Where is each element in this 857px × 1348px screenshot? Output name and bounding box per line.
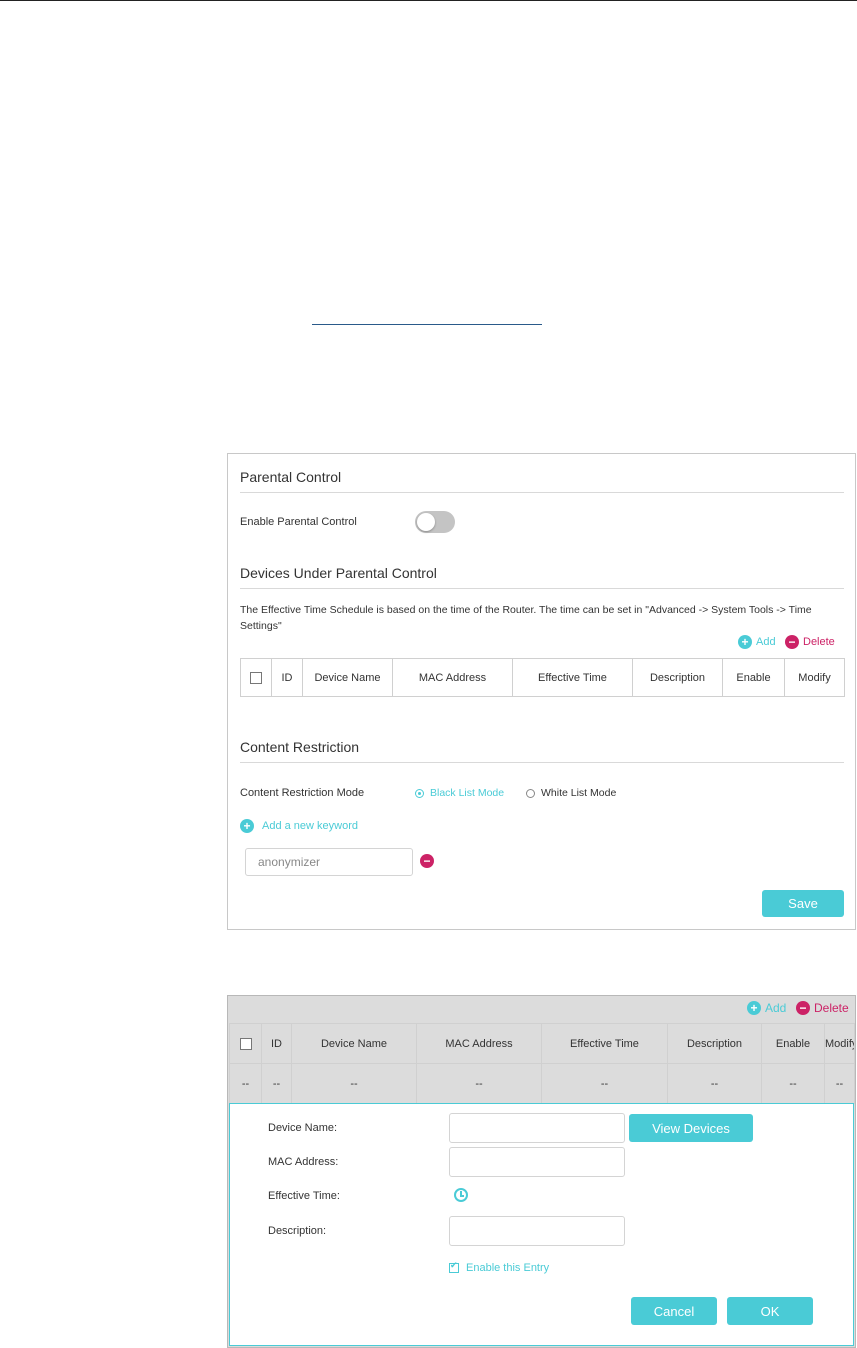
minus-circle-icon: − bbox=[420, 854, 434, 868]
table-cell: -- bbox=[229, 1063, 262, 1104]
table-header-row: ID Device Name MAC Address Effective Tim… bbox=[229, 1023, 855, 1064]
table-cell: -- bbox=[541, 1063, 668, 1104]
column-header: Enable bbox=[761, 1023, 825, 1064]
column-header: Modify bbox=[784, 658, 845, 697]
add-device-button[interactable]: + Add bbox=[738, 635, 776, 649]
delete-device-button[interactable]: − Delete bbox=[796, 1001, 849, 1015]
minus-circle-icon: − bbox=[785, 635, 799, 649]
delete-label: Delete bbox=[803, 636, 835, 648]
enable-entry-label: Enable this Entry bbox=[466, 1262, 550, 1274]
table-cell: -- bbox=[667, 1063, 762, 1104]
effective-time-label: Effective Time: bbox=[268, 1190, 340, 1202]
column-header: Device Name bbox=[291, 1023, 417, 1064]
section-divider bbox=[240, 588, 844, 589]
black-list-mode-label: Black List Mode bbox=[430, 787, 505, 799]
select-all-checkbox[interactable] bbox=[239, 1037, 252, 1050]
column-header: Enable bbox=[722, 658, 785, 697]
add-device-button[interactable]: + Add bbox=[747, 1001, 786, 1015]
column-header: Description bbox=[667, 1023, 762, 1064]
select-all-cell[interactable] bbox=[229, 1023, 262, 1064]
section-divider bbox=[240, 492, 844, 493]
add-label: Add bbox=[765, 1001, 787, 1015]
cancel-button[interactable]: Cancel bbox=[631, 1297, 717, 1325]
plus-circle-icon: + bbox=[747, 1001, 761, 1015]
column-header: Effective Time bbox=[541, 1023, 668, 1064]
add-device-panel: + Add − Delete ID Device Name MAC Addres… bbox=[227, 995, 856, 1348]
table-cell: -- bbox=[416, 1063, 542, 1104]
add-keyword-label: Add a new keyword bbox=[262, 820, 358, 832]
devices-table: ID Device Name MAC Address Effective Tim… bbox=[240, 658, 845, 697]
mac-address-label: MAC Address: bbox=[268, 1156, 339, 1168]
delete-label: Delete bbox=[814, 1001, 849, 1015]
radio-selected-indicator bbox=[415, 788, 424, 798]
time-schedule-note: The Effective Time Schedule is based on … bbox=[240, 604, 812, 632]
description-label: Description: bbox=[268, 1225, 327, 1237]
table-header-row: ID Device Name MAC Address Effective Tim… bbox=[240, 658, 845, 697]
parental-control-panel: Parental Control Enable Parental Control… bbox=[227, 453, 856, 930]
column-header: Modify bbox=[824, 1023, 855, 1064]
add-label: Add bbox=[756, 636, 776, 648]
column-header: ID bbox=[271, 658, 303, 697]
column-header: Description bbox=[632, 658, 723, 697]
page-top-rule bbox=[0, 0, 857, 1]
section-divider bbox=[240, 762, 844, 763]
plus-circle-icon: + bbox=[738, 635, 752, 649]
delete-device-button[interactable]: − Delete bbox=[785, 635, 835, 649]
description-input[interactable] bbox=[449, 1216, 625, 1246]
mac-address-input[interactable] bbox=[449, 1147, 625, 1177]
column-header: MAC Address bbox=[416, 1023, 542, 1064]
select-all-cell[interactable] bbox=[240, 658, 272, 697]
radio-unselected-indicator bbox=[526, 788, 535, 798]
device-list-table: ID Device Name MAC Address Effective Tim… bbox=[229, 1023, 855, 1104]
device-name-label: Device Name: bbox=[268, 1122, 338, 1134]
save-button[interactable]: Save bbox=[762, 890, 844, 917]
table-cell: -- bbox=[761, 1063, 825, 1104]
content-restriction-title: Content Restriction bbox=[240, 739, 360, 755]
device-name-input[interactable] bbox=[449, 1113, 625, 1143]
enable-entry-checkbox[interactable]: Enable this Entry bbox=[449, 1261, 550, 1274]
table-row: -- -- -- -- -- -- -- -- bbox=[229, 1063, 855, 1104]
content-restriction-mode-label: Content Restriction Mode bbox=[240, 787, 365, 799]
white-list-mode-label: White List Mode bbox=[541, 787, 617, 799]
add-device-form: Device Name: View Devices MAC Address: E… bbox=[229, 1103, 854, 1346]
column-header: Effective Time bbox=[512, 658, 633, 697]
remove-keyword-button[interactable]: − bbox=[420, 854, 434, 868]
parental-control-title: Parental Control bbox=[240, 469, 342, 485]
toggle-knob bbox=[417, 513, 435, 531]
ok-button[interactable]: OK bbox=[727, 1297, 813, 1325]
column-header: MAC Address bbox=[392, 658, 513, 697]
table-cell: -- bbox=[824, 1063, 855, 1104]
keyword-input[interactable] bbox=[245, 848, 413, 876]
view-devices-button[interactable]: View Devices bbox=[629, 1114, 753, 1142]
enable-parental-control-label: Enable Parental Control bbox=[240, 516, 357, 528]
plus-circle-icon: + bbox=[240, 819, 254, 833]
parental-control-toggle[interactable] bbox=[415, 511, 455, 533]
add-keyword-button[interactable]: + Add a new keyword bbox=[240, 819, 358, 833]
column-header: Device Name bbox=[302, 658, 393, 697]
table-cell: -- bbox=[291, 1063, 417, 1104]
table-cell: -- bbox=[261, 1063, 292, 1104]
document-link-underline bbox=[312, 324, 542, 325]
select-all-checkbox[interactable] bbox=[250, 671, 262, 684]
devices-section-title: Devices Under Parental Control bbox=[240, 565, 437, 581]
black-list-mode-radio[interactable]: Black List Mode bbox=[415, 787, 504, 799]
checkbox-icon bbox=[449, 1261, 459, 1273]
white-list-mode-radio[interactable]: White List Mode bbox=[526, 787, 616, 799]
column-header: ID bbox=[261, 1023, 292, 1064]
clock-icon[interactable] bbox=[454, 1188, 468, 1202]
minus-circle-icon: − bbox=[796, 1001, 810, 1015]
